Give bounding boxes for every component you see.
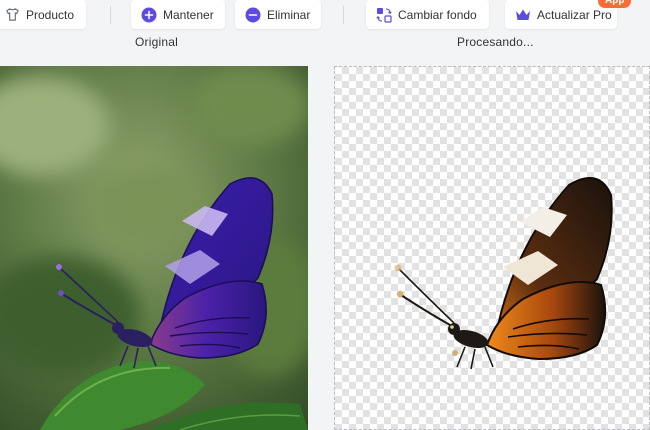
app-badge: App bbox=[598, 0, 632, 8]
background-swap-icon bbox=[376, 7, 392, 23]
product-button[interactable]: Producto bbox=[0, 0, 86, 29]
shirt-icon bbox=[4, 7, 20, 23]
processed-image-pane[interactable] bbox=[334, 66, 650, 430]
plus-circle-icon bbox=[141, 7, 157, 23]
remove-button[interactable]: Eliminar bbox=[235, 0, 321, 29]
product-label: Producto bbox=[26, 7, 75, 22]
processed-butterfly-cutout bbox=[394, 176, 613, 370]
toolbar-divider bbox=[110, 6, 111, 24]
keep-label: Mantener bbox=[163, 7, 214, 22]
toolbar: Producto Mantener Eliminar Cambiar fondo bbox=[0, 0, 650, 32]
processed-pane-label: Procesando... bbox=[457, 35, 534, 49]
toolbar-divider bbox=[343, 6, 344, 24]
original-butterfly-photo bbox=[0, 66, 308, 430]
change-background-button[interactable]: Cambiar fondo bbox=[366, 0, 489, 29]
change-background-label: Cambiar fondo bbox=[398, 7, 477, 22]
original-pane-label: Original bbox=[135, 35, 178, 49]
crown-icon bbox=[515, 7, 531, 23]
remove-label: Eliminar bbox=[267, 7, 311, 22]
keep-button[interactable]: Mantener bbox=[131, 0, 225, 29]
minus-circle-icon bbox=[245, 7, 261, 23]
upgrade-pro-label: Actualizar Pro bbox=[537, 7, 612, 22]
original-image-pane[interactable] bbox=[0, 66, 308, 430]
